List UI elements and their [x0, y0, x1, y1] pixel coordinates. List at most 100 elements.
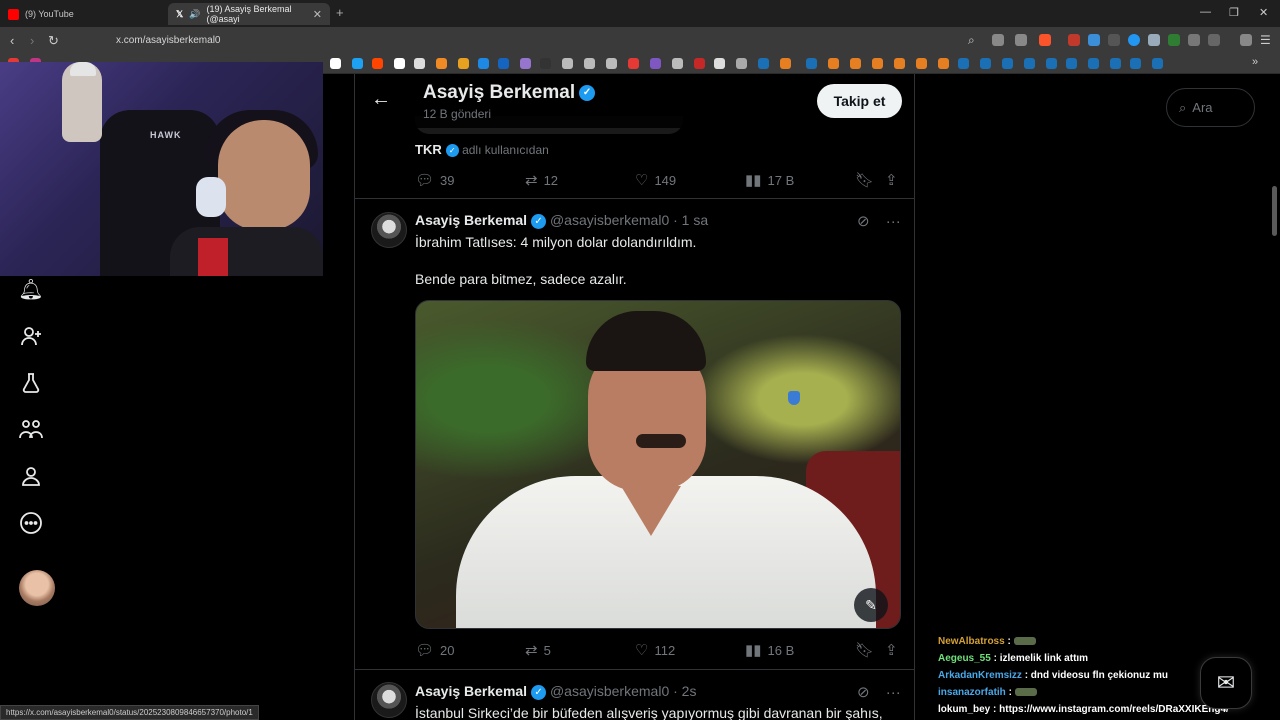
bookmark-icon[interactable]	[758, 58, 769, 69]
bookmark-icon[interactable]	[584, 58, 595, 69]
page-scrollbar[interactable]	[1272, 186, 1277, 236]
extension-icon[interactable]	[1128, 34, 1140, 46]
bookmark-icon[interactable]	[980, 58, 991, 69]
extensions-puzzle-icon[interactable]	[1188, 34, 1200, 46]
speaker-icon[interactable]: 🔊	[189, 9, 200, 20]
more-bookmarks-icon[interactable]: »	[1252, 56, 1258, 68]
extension-icon[interactable]	[1108, 34, 1120, 46]
bookmark-icon[interactable]	[872, 58, 883, 69]
bookmark-icon[interactable]	[394, 58, 405, 69]
menu-icon[interactable]: ☰	[1260, 33, 1271, 47]
bookmark-icon[interactable]	[562, 58, 573, 69]
like-button[interactable]: ♡ 149	[635, 171, 676, 189]
share-button[interactable]: ⇪	[885, 171, 898, 189]
forward-nav-icon[interactable]: ›	[30, 33, 34, 48]
bookmark-icon[interactable]	[458, 58, 469, 69]
maximize-icon[interactable]: ❐	[1229, 6, 1239, 19]
tweet-photo[interactable]: ✎	[415, 300, 901, 629]
more-icon[interactable]: ···	[886, 213, 901, 230]
bookmark-icon[interactable]	[1088, 58, 1099, 69]
bookmark-icon[interactable]	[828, 58, 839, 69]
views-button[interactable]: ▮▮ 17 B	[745, 171, 794, 189]
tweet-author-avatar[interactable]	[371, 682, 407, 718]
bookmark-icon[interactable]	[1046, 58, 1057, 69]
like-button[interactable]: ♡ 112	[635, 641, 675, 659]
retweet-button[interactable]: ⇄ 5	[525, 641, 551, 659]
bookmark-icon[interactable]	[330, 58, 341, 69]
reply-button[interactable]: 💬︎ 39	[415, 171, 455, 189]
bookmark-icon[interactable]	[1002, 58, 1013, 69]
more-icon[interactable]: ···	[886, 684, 901, 701]
grok-icon[interactable]	[18, 370, 44, 396]
extension-icon[interactable]	[1148, 34, 1160, 46]
more-options-icon[interactable]	[18, 510, 44, 536]
bookmark-icon[interactable]	[672, 58, 683, 69]
tweet-author-avatar[interactable]	[371, 212, 407, 248]
bookmark-icon[interactable]	[352, 58, 363, 69]
bookmark-icon[interactable]	[498, 58, 509, 69]
bookmark-button[interactable]: 🔖︎	[855, 171, 874, 189]
sidebar-icon[interactable]	[1208, 34, 1220, 46]
bookmark-icon[interactable]	[628, 58, 639, 69]
minimize-icon[interactable]: —	[1200, 6, 1211, 18]
bookmark-icon[interactable]	[478, 58, 489, 69]
new-tab-button[interactable]: +	[336, 5, 344, 20]
follow-button[interactable]: Takip et	[817, 84, 902, 118]
profile-icon[interactable]	[18, 463, 44, 489]
bookmark-icon[interactable]	[916, 58, 927, 69]
bookmark-icon[interactable]	[806, 58, 817, 69]
account-avatar[interactable]	[19, 570, 55, 606]
quoted-user[interactable]: TKR	[415, 142, 442, 157]
reload-icon[interactable]: ↻	[48, 33, 59, 49]
bookmark-icon[interactable]	[1152, 58, 1163, 69]
back-arrow-icon[interactable]: ←	[371, 88, 391, 111]
bookmark-icon[interactable]	[436, 58, 447, 69]
notifications-bell-icon[interactable]: 🔔︎	[18, 276, 44, 302]
bookmark-icon[interactable]	[1066, 58, 1077, 69]
author-handle[interactable]: @asayisberkemal0	[550, 212, 669, 228]
bookmark-icon[interactable]	[850, 58, 861, 69]
bookmark-icon[interactable]	[694, 58, 705, 69]
bookmark-icon[interactable]	[372, 58, 383, 69]
search-box[interactable]: ⌕ Ara	[1166, 88, 1255, 127]
bookmark-icon[interactable]	[414, 58, 425, 69]
grok-explain-icon[interactable]: ⊘	[857, 684, 870, 701]
bookmark-icon[interactable]	[1130, 58, 1141, 69]
tab-x-profile[interactable]: 𝕏 🔊 (19) Asayiş Berkemal (@asayi ✕	[168, 3, 330, 25]
bookmark-icon[interactable]	[958, 58, 969, 69]
share-button[interactable]: ⇪	[885, 641, 898, 659]
folder-icon[interactable]	[736, 58, 747, 69]
tweet-time[interactable]: · 1 sa	[673, 212, 708, 228]
author-name[interactable]: Asayiş Berkemal	[415, 212, 527, 228]
communities-icon[interactable]	[18, 416, 44, 442]
bookmark-icon[interactable]	[520, 58, 531, 69]
tab-youtube[interactable]: (9) YouTube	[0, 3, 165, 25]
retweet-button[interactable]: ⇄ 12	[525, 171, 558, 189]
bookmark-icon[interactable]	[650, 58, 661, 69]
author-name[interactable]: Asayiş Berkemal	[415, 683, 527, 699]
extension-icon[interactable]	[1088, 34, 1100, 46]
url-field[interactable]: x.com/asayisberkemal0	[116, 35, 220, 46]
bookmark-icon[interactable]	[540, 58, 551, 69]
close-tab-icon[interactable]: ✕	[313, 8, 322, 21]
share-icon[interactable]	[1015, 34, 1027, 46]
extension-icon[interactable]	[1068, 34, 1080, 46]
zoom-icon[interactable]: ⌕	[968, 33, 975, 48]
views-button[interactable]: ▮▮ 16 B	[745, 641, 794, 659]
bookmark-icon[interactable]	[1110, 58, 1121, 69]
reply-button[interactable]: 💬︎ 20	[415, 641, 455, 659]
bookmark-icon[interactable]	[894, 58, 905, 69]
tweet-time[interactable]: · 2s	[673, 683, 696, 699]
bookmark-icon[interactable]	[606, 58, 617, 69]
cast-icon[interactable]	[992, 34, 1004, 46]
brave-shield-icon[interactable]	[1039, 34, 1051, 46]
author-handle[interactable]: @asayisberkemal0	[550, 683, 669, 699]
bookmark-icon[interactable]	[938, 58, 949, 69]
grok-explain-icon[interactable]: ⊘	[857, 213, 870, 230]
messages-envelope-icon[interactable]: ✉	[1200, 657, 1252, 709]
bookmark-icon[interactable]	[780, 58, 791, 69]
bookmark-button[interactable]: 🔖︎	[855, 641, 874, 659]
image-edit-icon[interactable]: ✎	[854, 588, 888, 622]
extension-icon[interactable]	[1168, 34, 1180, 46]
bookmark-icon[interactable]	[714, 58, 725, 69]
